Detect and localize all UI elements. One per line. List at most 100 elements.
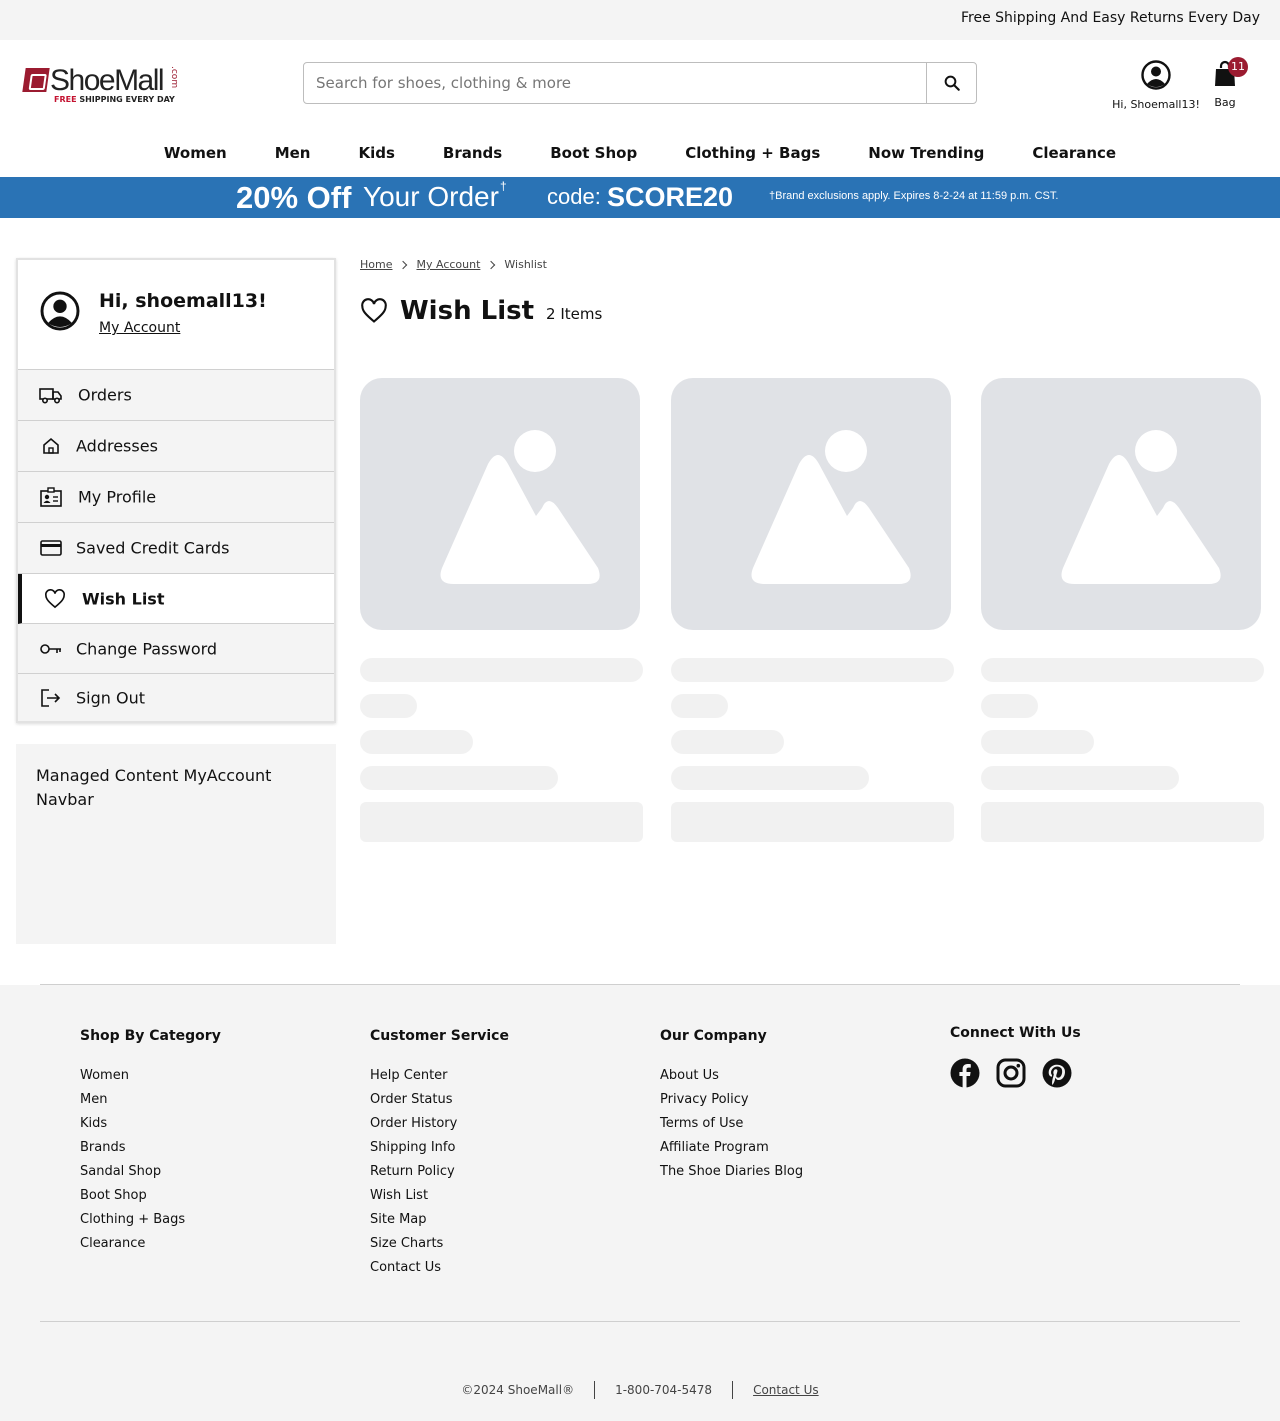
footer-link[interactable]: Boot Shop <box>80 1184 221 1208</box>
nav-clearance[interactable]: Clearance <box>1008 136 1140 176</box>
footer-link[interactable]: Kids <box>80 1112 221 1136</box>
logo-dotcom: .com <box>169 66 179 89</box>
facebook-icon[interactable] <box>950 1058 980 1088</box>
footer-link[interactable]: Women <box>80 1064 221 1088</box>
footer-link[interactable]: Site Map <box>370 1208 509 1232</box>
promo-fine-print: †Brand exclusions apply. Expires 8-2-24 … <box>769 190 1059 202</box>
image-placeholder-icon <box>671 378 951 630</box>
breadcrumb-home[interactable]: Home <box>360 258 392 271</box>
skeleton-bar <box>981 730 1094 754</box>
logo-mark-icon <box>22 68 50 92</box>
account-menu[interactable]: Hi, Shoemall13! <box>1108 60 1204 111</box>
footer-link[interactable]: Order Status <box>370 1088 509 1112</box>
footer-link[interactable]: Contact Us <box>370 1256 509 1280</box>
breadcrumb: Home My Account Wishlist <box>360 258 547 271</box>
footer-link[interactable]: About Us <box>660 1064 803 1088</box>
phone-number: 1-800-704-5478 <box>615 1383 713 1397</box>
search-bar <box>303 62 977 104</box>
promo-headline: 20% Off <box>236 180 352 215</box>
sidebar-item-label: Orders <box>78 385 132 405</box>
footer-link[interactable]: The Shoe Diaries Blog <box>660 1160 803 1184</box>
footer-separator <box>732 1381 734 1399</box>
footer-link[interactable]: Help Center <box>370 1064 509 1088</box>
nav-clothing-bags[interactable]: Clothing + Bags <box>661 136 844 176</box>
image-placeholder-icon <box>981 378 1261 630</box>
bag-count-badge: 11 <box>1228 57 1248 77</box>
footer-customer-service: Customer Service Help Center Order Statu… <box>370 1028 509 1280</box>
skeleton-bar <box>981 766 1179 790</box>
account-label: Hi, Shoemall13! <box>1112 98 1200 111</box>
promo-subline: Your Order <box>363 181 499 212</box>
footer-contact-link[interactable]: Contact Us <box>753 1383 819 1397</box>
search-icon <box>944 75 960 91</box>
footer-link[interactable]: Brands <box>80 1136 221 1160</box>
wish-list-title: Wish List <box>400 296 535 326</box>
skeleton-bar <box>360 694 417 718</box>
nav-men[interactable]: Men <box>251 136 335 176</box>
logo-name: ShoeMall <box>50 64 165 97</box>
nav-now-trending[interactable]: Now Trending <box>844 136 1008 176</box>
sidebar-item-profile[interactable]: My Profile <box>18 472 334 523</box>
footer-heading: Customer Service <box>370 1028 509 1044</box>
promo-code-label: code: <box>547 184 601 209</box>
my-account-link[interactable]: My Account <box>99 320 180 336</box>
nav-boot-shop[interactable]: Boot Shop <box>526 136 661 176</box>
promo-dagger: † <box>500 179 507 193</box>
sidebar-item-credit-cards[interactable]: Saved Credit Cards <box>18 523 334 574</box>
skeleton-button <box>981 802 1264 842</box>
greeting-text: Hi, shoemall13! <box>99 290 267 312</box>
promo-code: SCORE20 <box>607 182 734 212</box>
nav-kids[interactable]: Kids <box>334 136 418 176</box>
search-input[interactable] <box>304 63 926 103</box>
footer-link[interactable]: Order History <box>370 1112 509 1136</box>
sidebar-greeting: Hi, shoemall13! My Account <box>18 260 334 370</box>
footer-link[interactable]: Privacy Policy <box>660 1088 803 1112</box>
top-banner: Free Shipping And Easy Returns Every Day <box>0 0 1280 40</box>
nav-brands[interactable]: Brands <box>419 136 526 176</box>
skeleton-bar <box>671 730 784 754</box>
footer-link[interactable]: Terms of Use <box>660 1112 803 1136</box>
bag-button[interactable]: 11 Bag <box>1206 57 1248 109</box>
skeleton-bar <box>360 766 558 790</box>
footer-link[interactable]: Affiliate Program <box>660 1136 803 1160</box>
chevron-right-icon <box>487 260 496 269</box>
social-links <box>950 1058 1072 1088</box>
breadcrumb-my-account[interactable]: My Account <box>416 258 480 271</box>
breadcrumb-current: Wishlist <box>504 258 547 271</box>
skeleton-bar <box>981 694 1038 718</box>
footer-link[interactable]: Return Policy <box>370 1160 509 1184</box>
footer-link[interactable]: Wish List <box>370 1184 509 1208</box>
footer-heading: Connect With Us <box>950 1025 1081 1041</box>
skeleton-bar <box>981 658 1264 682</box>
promo-banner[interactable]: 20% Off Your Order † code: SCORE20 †Bran… <box>0 177 1280 218</box>
footer-link[interactable]: Size Charts <box>370 1232 509 1256</box>
footer-link[interactable]: Shipping Info <box>370 1136 509 1160</box>
sidebar-item-wish-list[interactable]: Wish List <box>18 574 334 624</box>
credit-card-icon <box>38 537 64 559</box>
sidebar-item-label: Sign Out <box>76 688 145 707</box>
instagram-icon[interactable] <box>996 1058 1026 1088</box>
footer-legal: ©2024 ShoeMall® 1-800-704-5478 Contact U… <box>0 1381 1280 1399</box>
shoemall-logo[interactable]: ShoeMall .com FREE SHIPPING EVERY DAY <box>22 64 182 108</box>
footer-link[interactable]: Clearance <box>80 1232 221 1256</box>
footer-link[interactable]: Sandal Shop <box>80 1160 221 1184</box>
sidebar-item-addresses[interactable]: Addresses <box>18 421 334 472</box>
footer-link[interactable]: Clothing + Bags <box>80 1208 221 1232</box>
skeleton-bar <box>671 766 869 790</box>
sidebar-item-label: Change Password <box>76 639 218 658</box>
sidebar-item-orders[interactable]: Orders <box>18 370 334 421</box>
sidebar-item-label: Addresses <box>76 436 158 456</box>
sign-out-icon <box>38 687 64 709</box>
nav-women[interactable]: Women <box>140 136 251 176</box>
image-placeholder-icon <box>360 378 640 630</box>
search-button[interactable] <box>926 63 976 103</box>
footer-link[interactable]: Men <box>80 1088 221 1112</box>
footer-divider-top <box>40 984 1240 985</box>
user-circle-icon <box>1141 60 1171 90</box>
key-icon <box>38 638 64 660</box>
sidebar-item-sign-out[interactable]: Sign Out <box>18 674 334 721</box>
sidebar-item-change-password[interactable]: Change Password <box>18 624 334 674</box>
footer-heading: Our Company <box>660 1028 767 1044</box>
pinterest-icon[interactable] <box>1042 1058 1072 1088</box>
sidebar-item-label: My Profile <box>78 487 157 507</box>
